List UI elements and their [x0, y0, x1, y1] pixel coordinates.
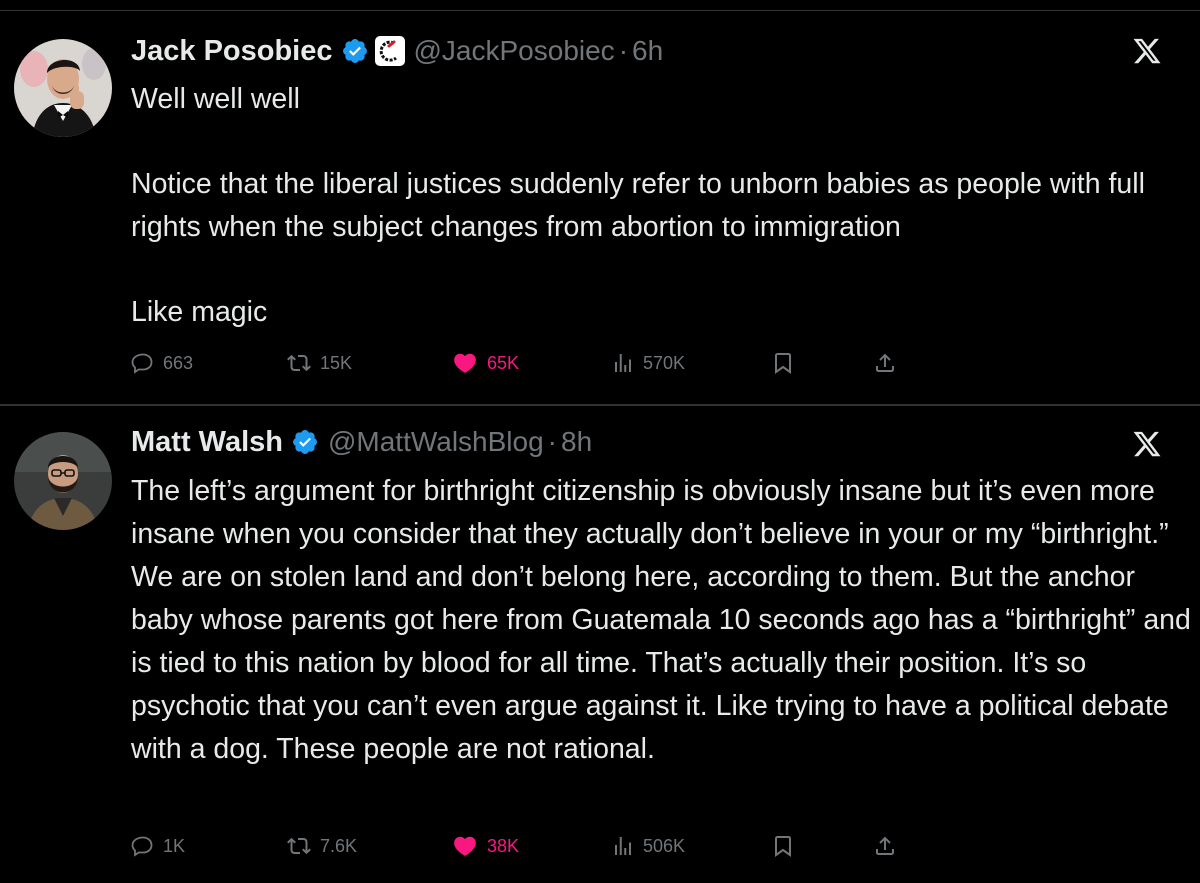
bookmark-button[interactable] — [771, 348, 795, 378]
share-button[interactable] — [873, 348, 897, 378]
share-button[interactable] — [873, 831, 897, 861]
like-count: 38K — [487, 835, 520, 856]
share-icon — [876, 836, 894, 855]
views-button[interactable]: 570K — [611, 348, 685, 378]
reply-count: 1K — [163, 835, 186, 856]
repost-button[interactable]: 7.6K — [286, 831, 357, 861]
action-bar: 663 15K 65K 570K — [131, 348, 931, 378]
author-handle[interactable]: @MattWalshBlog — [328, 426, 544, 458]
x-logo-icon — [1132, 429, 1162, 459]
author-handle[interactable]: @JackPosobiec — [414, 35, 615, 67]
avatar[interactable] — [14, 39, 112, 137]
views-icon — [615, 837, 631, 855]
tweet-text: The left’s argument for birthright citiz… — [131, 475, 1191, 765]
verified-badge-icon — [341, 37, 369, 65]
reply-button[interactable]: 663 — [131, 348, 193, 378]
separator-dot: · — [618, 35, 629, 66]
repost-icon — [287, 837, 311, 855]
bookmark-button[interactable] — [771, 831, 795, 861]
tweet-header: Jack Posobiec @JackPosobiec · 6h — [131, 31, 663, 71]
reply-button[interactable]: 1K — [131, 831, 185, 861]
view-count: 506K — [643, 835, 686, 856]
tweet-header: Matt Walsh @MattWalshBlog · 8h — [131, 422, 592, 462]
like-button[interactable]: 65K — [451, 348, 519, 378]
view-count: 570K — [643, 352, 686, 373]
views-icon — [615, 354, 631, 372]
repost-count: 15K — [320, 352, 353, 373]
affiliate-badge-icon[interactable] — [374, 36, 405, 66]
tweet-text: Well well well Notice that the liberal j… — [131, 83, 1145, 328]
tweet-card[interactable]: Matt Walsh @MattWalshBlog · 8h The left’… — [0, 406, 1200, 883]
bookmark-icon — [775, 836, 791, 857]
repost-icon — [287, 354, 311, 372]
views-button[interactable]: 506K — [611, 831, 685, 861]
share-icon — [876, 353, 894, 372]
like-icon — [454, 836, 476, 856]
author-name[interactable]: Matt Walsh — [131, 426, 283, 459]
like-count: 65K — [487, 352, 520, 373]
avatar[interactable] — [14, 432, 112, 530]
action-bar: 1K 7.6K 38K 506K — [131, 831, 931, 861]
bookmark-icon — [775, 353, 791, 374]
verified-badge-icon — [291, 428, 319, 456]
timestamp[interactable]: 6h — [632, 35, 663, 67]
reply-icon — [131, 353, 153, 374]
separator-dot: · — [547, 426, 557, 457]
reply-count: 663 — [163, 352, 194, 373]
repost-count: 7.6K — [320, 835, 358, 856]
x-logo-icon — [1132, 36, 1162, 66]
repost-button[interactable]: 15K — [286, 348, 352, 378]
like-button[interactable]: 38K — [451, 831, 519, 861]
reply-icon — [131, 836, 153, 857]
author-name[interactable]: Jack Posobiec — [131, 35, 333, 68]
tweet-card[interactable]: Jack Posobiec @JackPosobiec · 6h Well we… — [0, 11, 1200, 404]
like-icon — [454, 353, 476, 373]
timestamp[interactable]: 8h — [561, 426, 592, 458]
